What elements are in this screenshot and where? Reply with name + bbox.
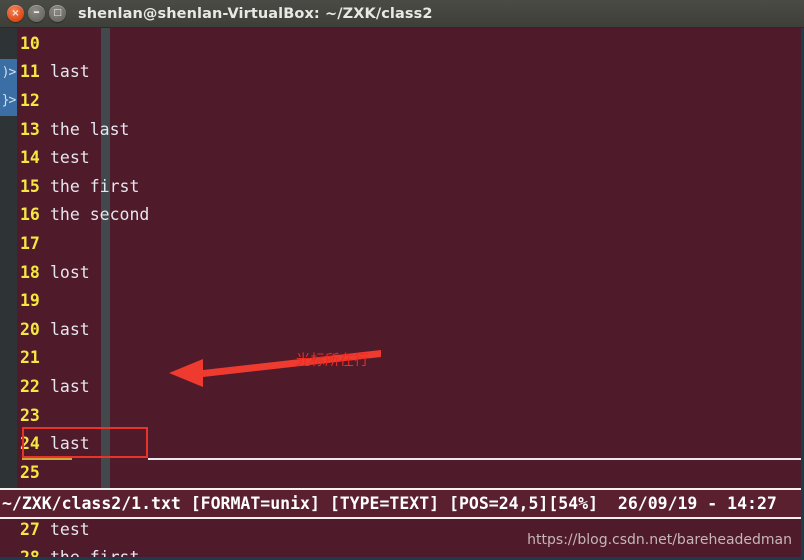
line-number: 15	[20, 176, 40, 196]
cursor-line-underline-left	[22, 458, 72, 460]
line-number: 24	[20, 434, 40, 454]
editor-line[interactable]: 16 the second	[0, 201, 804, 230]
status-bar: ~/ZXK/class2/1.txt [FORMAT=unix] [TYPE=T…	[0, 488, 804, 519]
minimize-icon: –	[33, 4, 40, 20]
line-text: last	[50, 319, 90, 339]
line-number: 18	[20, 262, 40, 282]
editor-line[interactable]: 25	[0, 458, 804, 487]
line-number: 21	[20, 348, 40, 368]
line-number: 11	[20, 62, 40, 82]
editor-line[interactable]: 20 last	[0, 315, 804, 344]
line-number: 20	[20, 319, 40, 339]
line-text: the first	[50, 176, 140, 196]
close-icon: ×	[11, 7, 20, 19]
editor-line[interactable]: 19	[0, 286, 804, 315]
watermark-url: https://blog.csdn.net/bareheadedman	[527, 532, 792, 548]
terminal-window: × – □ shenlan@shenlan-VirtualBox: ~/ZXK/…	[0, 0, 804, 560]
editor-line[interactable]: 13 the last	[0, 115, 804, 144]
window-title: shenlan@shenlan-VirtualBox: ~/ZXK/class2	[78, 5, 433, 22]
editor-line[interactable]: 10	[0, 29, 804, 58]
line-number: 19	[20, 291, 40, 311]
minimize-button[interactable]: –	[28, 5, 45, 22]
line-number: 27	[20, 519, 40, 539]
status-bar-text: ~/ZXK/class2/1.txt [FORMAT=unix] [TYPE=T…	[2, 494, 777, 513]
editor-line[interactable]: 18 lost	[0, 258, 804, 287]
line-number: 23	[20, 405, 40, 425]
editor-line[interactable]: 11 last	[0, 58, 804, 87]
editor-line[interactable]: 12	[0, 86, 804, 115]
editor-line[interactable]: 14 test	[0, 143, 804, 172]
maximize-icon: □	[53, 8, 62, 18]
line-text: last	[50, 434, 90, 454]
line-number: 13	[20, 119, 40, 139]
terminal-body[interactable]: )> }> 10 11 last 12 13 the last 14 test 15 the fi…	[0, 28, 804, 560]
editor-line[interactable]: 23	[0, 401, 804, 430]
editor-line[interactable]: 15 the first	[0, 172, 804, 201]
line-text: last	[50, 62, 90, 82]
line-number: 17	[20, 233, 40, 253]
maximize-button[interactable]: □	[49, 5, 66, 22]
editor-lines[interactable]: 10 11 last 12 13 the last 14 test 15 the first 16 t…	[0, 29, 804, 560]
line-number: 14	[20, 148, 40, 168]
annotation-label: 光标所在行	[296, 353, 369, 369]
line-text: test	[50, 148, 90, 168]
window-controls: × – □	[0, 5, 66, 22]
line-text: test	[50, 519, 90, 539]
line-number: 16	[20, 205, 40, 225]
window-titlebar: × – □ shenlan@shenlan-VirtualBox: ~/ZXK/…	[0, 0, 804, 28]
editor-line[interactable]: 17	[0, 229, 804, 258]
editor-line[interactable]: 21	[0, 344, 804, 373]
line-text: the last	[50, 119, 130, 139]
editor-line[interactable]: 22 last	[0, 372, 804, 401]
line-number: 25	[20, 462, 40, 482]
editor-line[interactable]: 24 last	[0, 429, 804, 458]
line-number: 10	[20, 33, 40, 53]
line-number: 22	[20, 376, 40, 396]
line-text: the second	[50, 205, 150, 225]
line-number: 12	[20, 90, 40, 110]
line-text: last	[50, 376, 90, 396]
cursor-line-underline	[148, 458, 804, 460]
close-button[interactable]: ×	[7, 5, 24, 22]
line-text: lost	[50, 262, 90, 282]
